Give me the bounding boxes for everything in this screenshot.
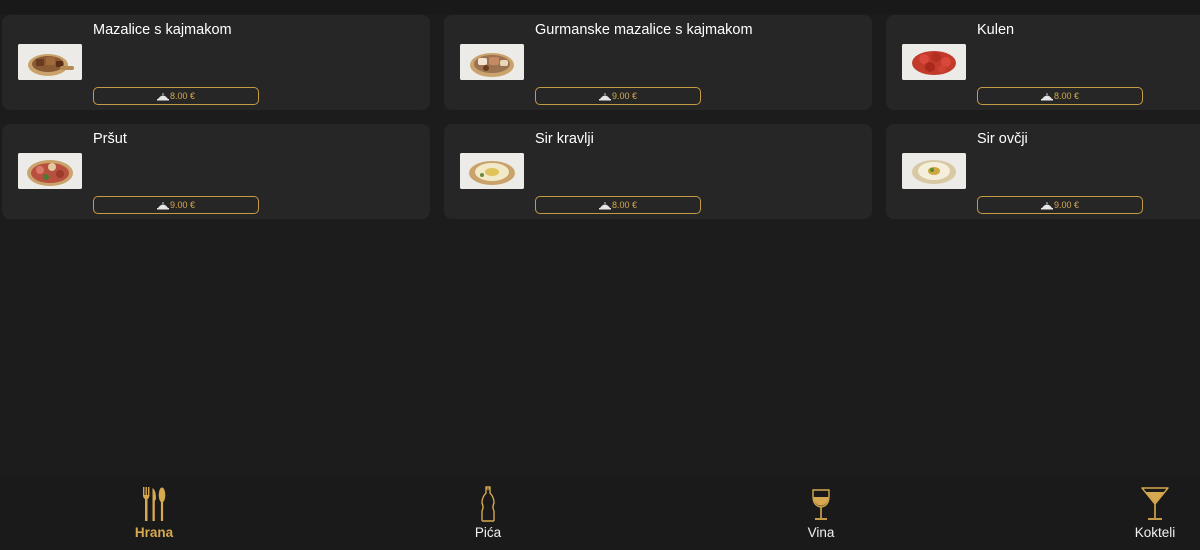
dish-icon [156,92,169,101]
menu-item-card[interactable]: Pršut 9.00 € [2,124,430,219]
price-button[interactable]: 9.00 € [535,87,701,105]
item-name: Sir kravlji [535,131,594,147]
item-name: Mazalice s kajmakom [93,22,232,38]
sir-ovcji-dish-image [902,153,966,189]
dish-icon [1040,92,1053,101]
cocktail-glass-icon [1115,485,1195,523]
kulen-dish-image [902,44,966,80]
price-button[interactable]: 9.00 € [93,196,259,214]
price-value: 9.00 € [169,200,196,210]
price-button[interactable]: 8.00 € [977,87,1143,105]
menu-item-card[interactable]: Sir ovčji 9.00 € [886,124,1200,219]
dish-icon [156,201,169,210]
price-value: 9.00 € [611,91,638,101]
wine-glass-icon [781,485,861,523]
nav-label: Pića [474,525,502,540]
nav-label: Vina [807,525,835,540]
menu-item-card[interactable]: Gurmanske mazalice s kajmakom 9.00 € [444,15,872,110]
mazalice-dish-image [18,44,82,80]
menu-grid: Mazalice s kajmakom 8.00 € Gurmanske maz… [0,0,1200,230]
item-name: Sir ovčji [977,131,1028,147]
menu-item-card[interactable]: Kulen 8.00 € [886,15,1200,110]
nav-label: Kokteli [1134,525,1176,540]
dish-icon [598,201,611,210]
nav-hrana[interactable]: Hrana [114,485,194,547]
price-button[interactable]: 8.00 € [93,87,259,105]
item-name: Gurmanske mazalice s kajmakom [535,22,753,38]
prsut-dish-image [18,153,82,189]
price-value: 9.00 € [1053,200,1080,210]
item-name: Kulen [977,22,1015,38]
sir-kravlji-dish-image [460,153,524,189]
nav-pica[interactable]: Pića [448,485,528,547]
bottom-nav: Hrana Pića Vina Kokteli [0,475,1200,550]
menu-page: Mazalice s kajmakom 8.00 € Gurmanske maz… [0,0,1200,550]
menu-item-card[interactable]: Mazalice s kajmakom 8.00 € [2,15,430,110]
price-button[interactable]: 9.00 € [977,196,1143,214]
nav-vina[interactable]: Vina [781,485,861,547]
dish-icon [598,92,611,101]
price-button[interactable]: 8.00 € [535,196,701,214]
nav-kokteli[interactable]: Kokteli [1115,485,1195,547]
menu-item-card[interactable]: Sir kravlji 8.00 € [444,124,872,219]
price-value: 8.00 € [169,91,196,101]
nav-label: Hrana [134,525,174,540]
price-value: 8.00 € [1053,91,1080,101]
gurmanske-mazalice-dish-image [460,44,524,80]
dish-icon [1040,201,1053,210]
bottle-icon [448,485,528,523]
cutlery-icon [114,485,194,523]
price-value: 8.00 € [611,200,638,210]
item-name: Pršut [93,131,127,147]
